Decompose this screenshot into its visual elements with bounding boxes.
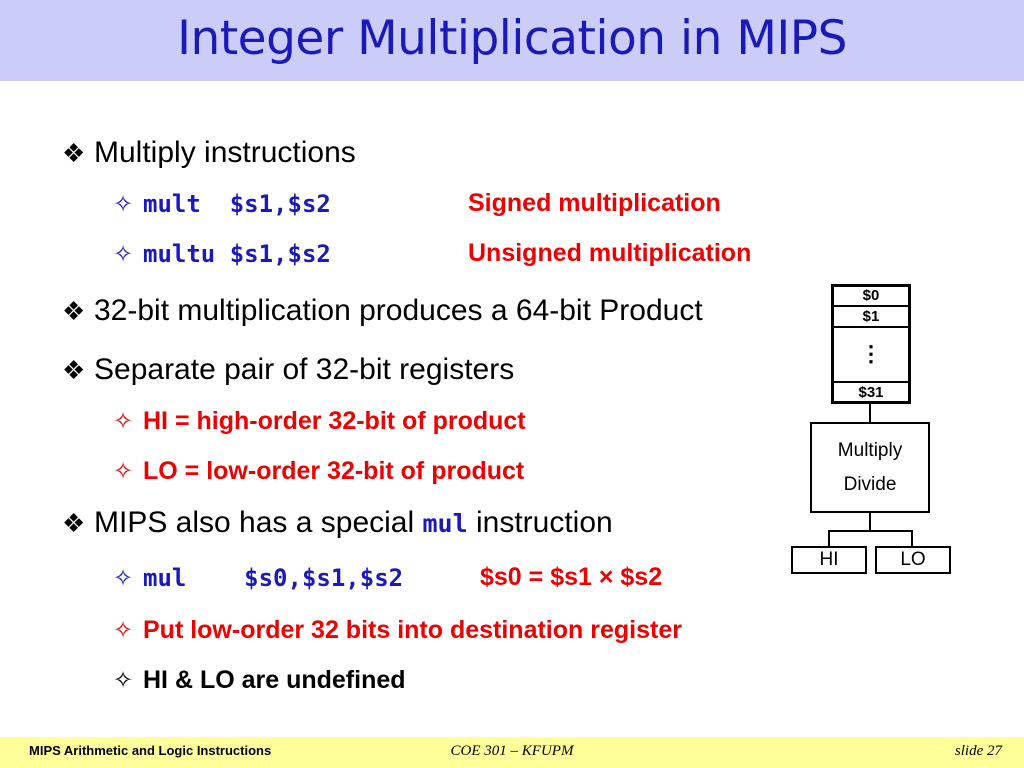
- slide-footer: MIPS Arithmetic and Logic Instructions C…: [0, 737, 1024, 768]
- unit-label-divide: Divide: [843, 473, 897, 495]
- register-ellipsis-icon: ⋮: [860, 341, 882, 366]
- register-file-diagram: $0 $1 ⋮ $31 Multiply Divide HI LO: [0, 81, 1024, 737]
- footer-slide-number: slide 27: [954, 743, 1002, 759]
- connector-unit-down: [869, 513, 871, 530]
- register-cell-r31: $31: [858, 383, 884, 401]
- slide-title-bar: Integer Multiplication in MIPS: [0, 0, 1024, 81]
- hi-register-box: HI: [791, 546, 867, 574]
- multiply-divide-unit-box: Multiply Divide: [810, 422, 930, 513]
- slide-body: ❖ Multiply instructions ✧ mult $s1,$s2 Sig…: [0, 81, 1024, 737]
- page-title: Integer Multiplication in MIPS: [177, 11, 847, 66]
- unit-label-multiply: Multiply: [837, 439, 903, 461]
- connector-regfile-to-unit: [869, 404, 871, 422]
- register-cell-r1: $1: [862, 308, 880, 325]
- connector-unit-split: [828, 530, 913, 532]
- connector-to-hi: [828, 530, 830, 546]
- lo-register-box: LO: [875, 546, 951, 574]
- register-cell-r0: $0: [862, 287, 880, 304]
- footer-course-code: COE 301 – KFUPM: [450, 743, 574, 759]
- register-divider: [833, 326, 909, 328]
- connector-to-lo: [911, 530, 913, 546]
